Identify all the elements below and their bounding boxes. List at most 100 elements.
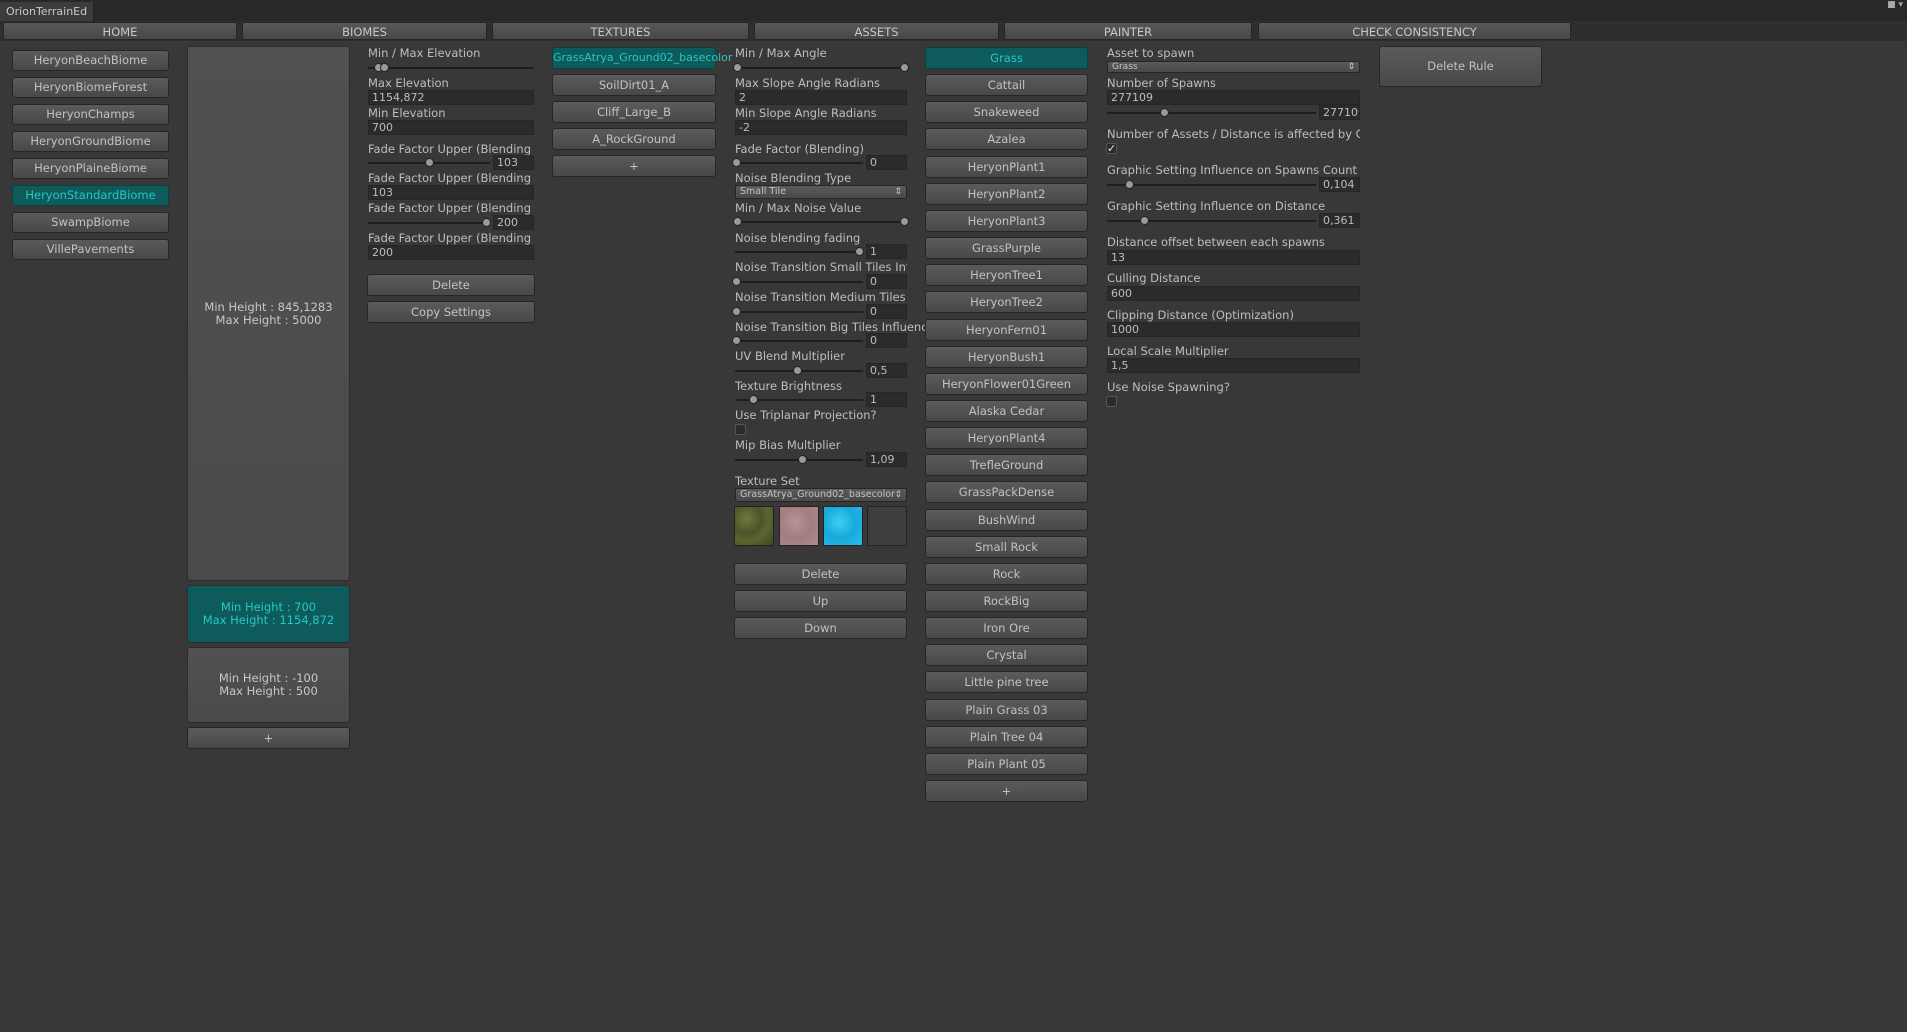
slider-min-handle[interactable] bbox=[733, 217, 742, 226]
asset-item[interactable]: HeryonTree2 bbox=[925, 291, 1088, 314]
biome-item[interactable]: HeryonPlaineBiome bbox=[12, 158, 169, 179]
nav-assets-button[interactable]: ASSETS bbox=[754, 22, 999, 40]
biome-item[interactable]: HeryonBiomeForest bbox=[12, 77, 169, 98]
asset-item[interactable]: GrassPurple bbox=[925, 237, 1088, 259]
distance-offset-field[interactable]: 13 bbox=[1107, 250, 1360, 265]
asset-item[interactable]: TrefleGround bbox=[925, 454, 1088, 477]
delete-texture-button[interactable]: Delete bbox=[734, 563, 907, 585]
asset-item-selected[interactable]: Grass bbox=[925, 47, 1088, 69]
biome-item-selected[interactable]: HeryonStandardBiome bbox=[12, 185, 169, 206]
fade-factor-value[interactable]: 103 bbox=[493, 155, 534, 170]
local-scale-field[interactable]: 1,5 bbox=[1107, 358, 1360, 373]
noise-transition-small-slider[interactable] bbox=[735, 281, 863, 283]
move-down-button[interactable]: Down bbox=[734, 617, 907, 639]
add-asset-button[interactable]: + bbox=[925, 780, 1088, 802]
window-controls-icon[interactable]: ■ ▾ bbox=[1887, 0, 1903, 10]
texture-brightness-value[interactable]: 1 bbox=[866, 392, 907, 407]
asset-item[interactable]: GrassPackDense bbox=[925, 481, 1088, 504]
asset-item[interactable]: Azalea bbox=[925, 128, 1088, 151]
noise-blending-type-dropdown[interactable]: Small Tile ⇕ bbox=[735, 185, 907, 199]
uv-blend-value[interactable]: 0,5 bbox=[866, 363, 907, 378]
gs-distance-value[interactable]: 0,361 bbox=[1319, 213, 1360, 228]
asset-item[interactable]: HeryonPlant1 bbox=[925, 155, 1088, 178]
asset-item[interactable]: HeryonPlant2 bbox=[925, 182, 1088, 205]
slider-handle[interactable] bbox=[1140, 216, 1149, 225]
copy-settings-button[interactable]: Copy Settings bbox=[367, 301, 535, 323]
noise-fading-slider[interactable] bbox=[735, 251, 863, 253]
slider-handle[interactable] bbox=[749, 395, 758, 404]
minmax-angle-slider[interactable] bbox=[735, 67, 907, 69]
nav-painter-button[interactable]: PAINTER bbox=[1004, 22, 1252, 40]
asset-item[interactable]: HeryonFlower01Green bbox=[925, 372, 1088, 395]
asset-item[interactable]: HeryonFern01 bbox=[925, 318, 1088, 341]
fade-factor-field[interactable]: 200 bbox=[368, 245, 534, 260]
texture-item[interactable]: SoilDirt01_A bbox=[552, 74, 716, 96]
use-noise-spawning-checkbox[interactable] bbox=[1106, 396, 1117, 407]
nav-textures-button[interactable]: TEXTURES bbox=[492, 22, 749, 40]
asset-item[interactable]: Plain Tree 04 bbox=[925, 725, 1088, 748]
noise-transition-small-value[interactable]: 0 bbox=[866, 274, 907, 289]
slider-min-handle[interactable] bbox=[733, 63, 742, 72]
slider-max-handle[interactable] bbox=[900, 217, 909, 226]
delete-layer-button[interactable]: Delete bbox=[367, 274, 535, 296]
asset-item[interactable]: HeryonTree1 bbox=[925, 264, 1088, 287]
mip-bias-value[interactable]: 1,09 bbox=[866, 452, 907, 467]
delete-rule-button[interactable]: Delete Rule bbox=[1379, 46, 1542, 87]
asset-item[interactable]: HeryonPlant3 bbox=[925, 209, 1088, 232]
fade-factor-value[interactable]: 200 bbox=[493, 215, 534, 230]
asset-item[interactable]: Little pine tree bbox=[925, 671, 1088, 694]
albedo-texture-thumbnail[interactable] bbox=[734, 506, 774, 546]
height-layer[interactable]: Min Height : 845,1283 Max Height : 5000 bbox=[187, 46, 350, 581]
biome-item[interactable]: SwampBiome bbox=[12, 212, 169, 233]
asset-item[interactable]: Crystal bbox=[925, 644, 1088, 667]
fade-factor-value[interactable]: 0 bbox=[866, 155, 907, 170]
asset-item[interactable]: Small Rock bbox=[925, 535, 1088, 558]
asset-item[interactable]: RockBig bbox=[925, 590, 1088, 612]
nav-biomes-button[interactable]: BIOMES bbox=[242, 22, 487, 40]
asset-item[interactable]: Cattail bbox=[925, 74, 1088, 97]
add-texture-button[interactable]: + bbox=[552, 155, 716, 177]
slider-max-handle[interactable] bbox=[380, 63, 389, 72]
asset-item[interactable]: Plain Plant 05 bbox=[925, 752, 1088, 775]
slider-handle[interactable] bbox=[798, 455, 807, 464]
asset-item[interactable]: BushWind bbox=[925, 508, 1088, 531]
noise-transition-big-value[interactable]: 0 bbox=[866, 333, 907, 348]
asset-item[interactable]: HeryonBush1 bbox=[925, 345, 1088, 368]
move-up-button[interactable]: Up bbox=[734, 590, 907, 612]
biome-item[interactable]: HeryonGroundBiome bbox=[12, 131, 169, 152]
noise-fading-value[interactable]: 1 bbox=[866, 244, 907, 259]
slider-handle[interactable] bbox=[732, 307, 741, 316]
asset-item[interactable]: Alaska Cedar bbox=[925, 399, 1088, 422]
min-elevation-field[interactable]: 700 bbox=[368, 120, 534, 135]
slider-handle[interactable] bbox=[425, 158, 434, 167]
texture-set-dropdown[interactable]: GrassAtrya_Ground02_basecolor ⇕ bbox=[735, 488, 907, 502]
normal-texture-thumbnail[interactable] bbox=[823, 506, 863, 546]
slider-handle[interactable] bbox=[855, 247, 864, 256]
asset-item[interactable]: HeryonPlant4 bbox=[925, 427, 1088, 450]
noise-transition-medium-slider[interactable] bbox=[735, 311, 863, 313]
number-of-spawns-slider[interactable] bbox=[1107, 112, 1316, 114]
fade-factor-slider[interactable] bbox=[735, 162, 863, 164]
slider-handle[interactable] bbox=[1125, 180, 1134, 189]
asset-item[interactable]: Rock bbox=[925, 562, 1088, 585]
number-of-spawns-field[interactable]: 277109 bbox=[1107, 90, 1360, 105]
slider-handle[interactable] bbox=[1160, 108, 1169, 117]
biome-item[interactable]: VillePavements bbox=[12, 239, 169, 260]
asset-item[interactable]: Plain Grass 03 bbox=[925, 698, 1088, 721]
window-tab[interactable]: OrionTerrainEd bbox=[0, 2, 95, 21]
gs-spawns-count-slider[interactable] bbox=[1107, 184, 1316, 186]
noise-transition-medium-value[interactable]: 0 bbox=[866, 304, 907, 319]
biome-item[interactable]: HeryonBeachBiome bbox=[12, 50, 169, 71]
graphics-affected-checkbox[interactable]: ✓ bbox=[1106, 143, 1117, 154]
max-elevation-field[interactable]: 1154,872 bbox=[368, 90, 534, 105]
slider-handle[interactable] bbox=[732, 158, 741, 167]
asset-item[interactable]: Iron Ore bbox=[925, 617, 1088, 640]
biome-item[interactable]: HeryonChamps bbox=[12, 104, 169, 125]
height-layer[interactable]: Min Height : -100 Max Height : 500 bbox=[187, 647, 350, 723]
max-slope-field[interactable]: 2 bbox=[735, 90, 907, 105]
slider-handle[interactable] bbox=[482, 218, 491, 227]
texture-item[interactable]: Cliff_Large_B bbox=[552, 101, 716, 123]
gs-spawns-count-value[interactable]: 0,104 bbox=[1319, 177, 1360, 192]
number-of-spawns-value[interactable]: 277109 bbox=[1319, 105, 1360, 120]
roughness-texture-thumbnail[interactable] bbox=[779, 506, 819, 546]
